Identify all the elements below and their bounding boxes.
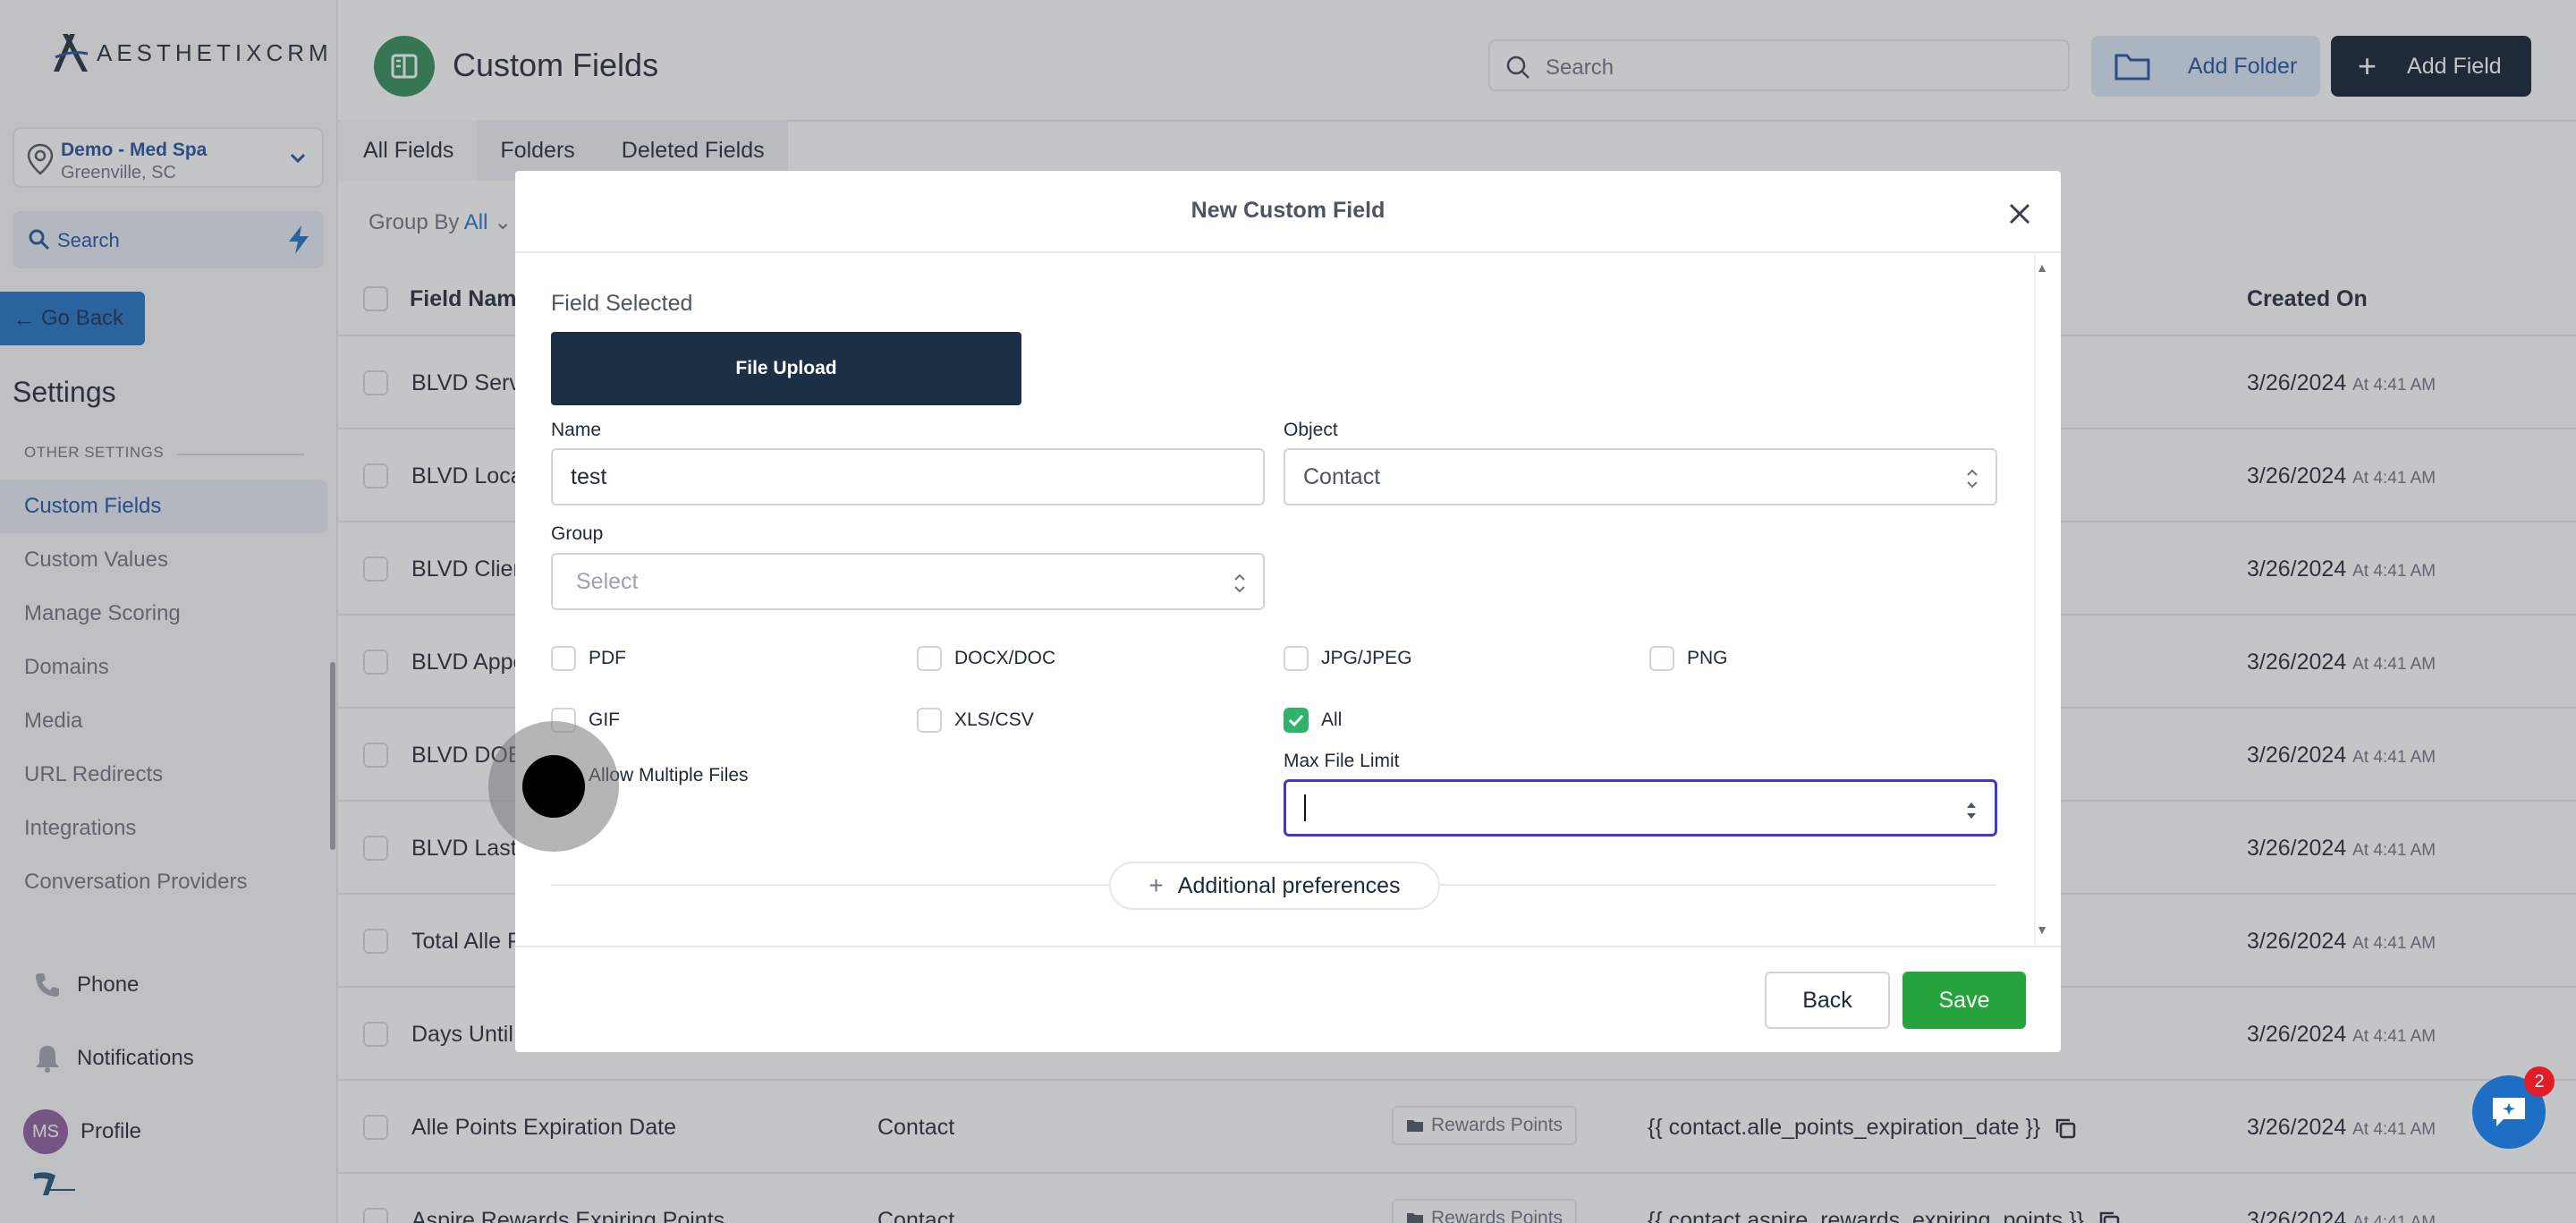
new-custom-field-modal: New Custom Field ▲ ▼ Field Selected File… — [515, 171, 2061, 1052]
checkbox-box-checked — [1284, 708, 1309, 733]
checkbox-pdf[interactable]: PDF — [551, 646, 626, 671]
checkbox-label: JPG/JPEG — [1321, 648, 1412, 668]
chat-icon — [2493, 1098, 2525, 1126]
back-button[interactable]: Back — [1765, 972, 1890, 1029]
group-label: Group — [551, 523, 604, 544]
modal-scrollbar[interactable] — [2034, 253, 2050, 944]
modal-footer-divider — [515, 946, 2061, 947]
checkbox-jpg[interactable]: JPG/JPEG — [1284, 646, 1412, 671]
checkbox-label: DOCX/DOC — [954, 648, 1056, 668]
name-field[interactable]: test — [551, 448, 1265, 505]
object-label: Object — [1284, 420, 1338, 440]
checkbox-label: PDF — [589, 648, 626, 668]
additional-preferences-button[interactable]: + Additional preferences — [1109, 862, 1440, 910]
select-arrows-icon — [1234, 573, 1245, 593]
additional-preferences-label: Additional preferences — [1177, 872, 1401, 898]
scroll-up-icon[interactable]: ▲ — [2036, 260, 2048, 275]
checkbox-box — [551, 646, 576, 671]
close-icon[interactable] — [2002, 196, 2038, 232]
scroll-down-icon[interactable]: ▼ — [2036, 922, 2048, 937]
modal-header-divider — [515, 251, 2061, 253]
select-arrows-icon — [1967, 469, 1978, 488]
check-icon — [1288, 714, 1304, 727]
checkbox-label: XLS/CSV — [954, 709, 1034, 730]
checkbox-xls[interactable]: XLS/CSV — [917, 708, 1034, 733]
checkbox-label: All — [1321, 709, 1343, 730]
save-button[interactable]: Save — [1902, 972, 2026, 1029]
checkbox-box — [917, 646, 942, 671]
checkbox-label: GIF — [589, 709, 620, 730]
group-select[interactable]: Select — [551, 553, 1265, 610]
text-caret — [1304, 794, 1306, 821]
chat-unread-badge: 2 — [2524, 1066, 2555, 1097]
plus-icon: + — [1148, 871, 1164, 899]
checkbox-box — [1284, 646, 1309, 671]
name-value: test — [571, 463, 607, 489]
checkbox-label: PNG — [1687, 648, 1728, 668]
click-indicator-dot — [522, 755, 585, 818]
name-label: Name — [551, 420, 602, 440]
object-value: Contact — [1303, 463, 1381, 489]
checkbox-png[interactable]: PNG — [1649, 646, 1728, 671]
checkbox-box — [917, 708, 942, 733]
max-file-limit-input[interactable] — [1284, 779, 1997, 837]
field-type-file-upload[interactable]: File Upload — [551, 332, 1021, 405]
checkbox-all[interactable]: All — [1284, 708, 1342, 733]
checkbox-docx[interactable]: DOCX/DOC — [917, 646, 1055, 671]
number-stepper-icon[interactable] — [1964, 798, 1979, 823]
max-file-limit-label: Max File Limit — [1284, 751, 1400, 771]
object-select[interactable]: Contact — [1284, 448, 1997, 505]
checkbox-box — [1649, 646, 1674, 671]
modal-title: New Custom Field — [1191, 198, 1385, 223]
field-selected-label: Field Selected — [551, 291, 693, 316]
group-placeholder: Select — [576, 568, 639, 594]
